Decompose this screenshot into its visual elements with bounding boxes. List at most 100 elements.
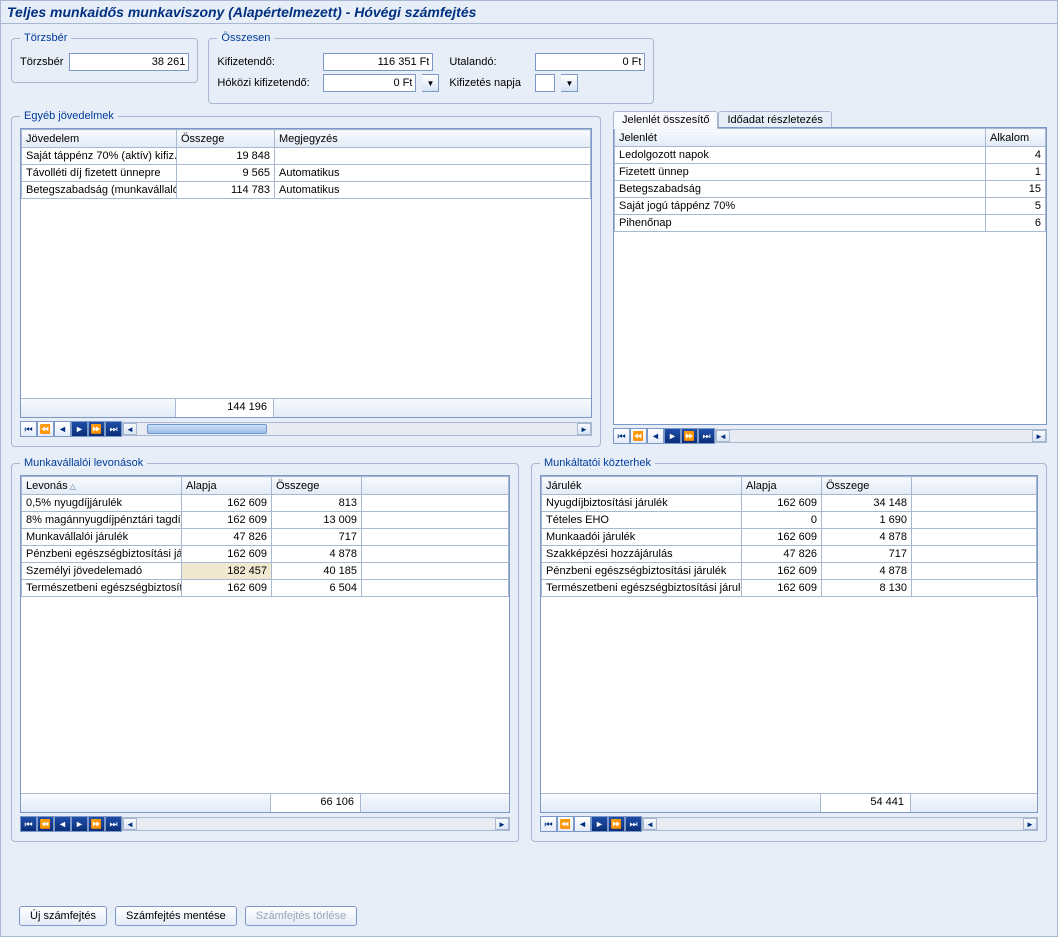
nav-next-icon[interactable]: ⏩ [88,816,105,832]
osszesen-group: Összesen Kifizetendő: Hóközi kifizetendő… [208,32,654,104]
hokozi-input[interactable] [323,74,416,92]
egyeb-col-osszege[interactable]: Összege [177,130,275,148]
torzsber-input[interactable] [69,53,189,71]
nav-fwd-icon[interactable]: ► [591,816,608,832]
kozterhek-table[interactable]: Járulék Alapja Összege Nyugdíjbiztosítás… [541,476,1037,597]
nav-back-icon[interactable]: ◄ [54,421,71,437]
torzsber-label: Törzsbér [20,56,63,68]
levon-col-blank [362,477,509,495]
torzsber-legend: Törzsbér [20,32,71,44]
nav-back-icon[interactable]: ◄ [54,816,71,832]
egyeb-scrollbar[interactable]: ◄ ► [122,422,592,436]
nav-prev-icon[interactable]: ⏪ [557,816,574,832]
table-row[interactable]: Pénzbeni egészségbiztosítási járu162 609… [22,546,509,563]
nav-first-icon[interactable]: ⏮ [20,421,37,437]
levonasok-table[interactable]: Levonás△ Alapja Összege 0,5% nyugdíjjáru… [21,476,509,597]
jelenlet-col-alkalom[interactable]: Alkalom [986,129,1046,147]
window-title: Teljes munkaidős munkaviszony (Alapértel… [1,1,1057,24]
nav-next-icon[interactable]: ⏩ [608,816,625,832]
table-row[interactable]: Természetbeni egészségbiztosítá162 6096 … [22,580,509,597]
nav-prev-icon[interactable]: ⏪ [630,428,647,444]
nav-last-icon[interactable]: ⏭ [698,428,715,444]
utalando-input[interactable] [535,53,645,71]
table-row[interactable]: Távolléti díj fizetett ünnepre9 565Autom… [22,165,591,182]
table-row[interactable]: Pihenőnap6 [615,215,1046,232]
scroll-right-icon[interactable]: ► [495,818,509,830]
egyeb-group: Egyéb jövedelmek Jövedelem Összege Megje… [11,110,601,447]
table-row[interactable]: Fizetett ünnep1 [615,164,1046,181]
scroll-left-icon[interactable]: ◄ [123,423,137,435]
kozteher-col-jarulek[interactable]: Járulék [542,477,742,495]
table-row[interactable]: 0,5% nyugdíjjárulék162 609813 [22,495,509,512]
sort-asc-icon: △ [70,482,76,491]
kifizetendo-label: Kifizetendő: [217,56,317,68]
kozteher-col-blank [912,477,1037,495]
scroll-thumb[interactable] [147,424,267,434]
nav-first-icon[interactable]: ⏮ [540,816,557,832]
nav-back-icon[interactable]: ◄ [574,816,591,832]
table-row[interactable]: 8% magánnyugdíjpénztári tagdíj162 60913 … [22,512,509,529]
levon-scrollbar[interactable]: ◄ ► [122,817,510,831]
egyeb-col-megjegyzes[interactable]: Megjegyzés [275,130,591,148]
table-row[interactable]: Saját jogú táppénz 70%5 [615,198,1046,215]
scroll-right-icon[interactable]: ► [577,423,591,435]
table-row[interactable]: Betegszabadság15 [615,181,1046,198]
kozteher-col-alapja[interactable]: Alapja [742,477,822,495]
scroll-right-icon[interactable]: ► [1032,430,1046,442]
torzsber-group: Törzsbér Törzsbér [11,32,198,83]
nav-first-icon[interactable]: ⏮ [20,816,37,832]
kifizetes-napja-input[interactable] [535,74,555,92]
kozterhek-legend: Munkáltatói közterhek [540,457,655,469]
jelenlet-table[interactable]: Jelenlét Alkalom Ledolgozott napok4Fizet… [614,128,1046,232]
kozteher-col-osszege[interactable]: Összege [822,477,912,495]
nav-prev-icon[interactable]: ⏪ [37,816,54,832]
levon-col-levonas[interactable]: Levonás△ [22,477,182,495]
szamfejtes-torlese-button: Számfejtés törlése [245,906,357,926]
scroll-left-icon[interactable]: ◄ [643,818,657,830]
kifizetes-napja-dropdown[interactable]: ▼ [561,74,578,92]
egyeb-table[interactable]: Jövedelem Összege Megjegyzés Saját táppé… [21,129,591,199]
scroll-left-icon[interactable]: ◄ [716,430,730,442]
hokozi-dropdown[interactable]: ▼ [422,74,439,92]
levon-col-osszege[interactable]: Összege [272,477,362,495]
levonasok-legend: Munkavállalói levonások [20,457,147,469]
table-row[interactable]: Személyi jövedelemadó182 45740 185 [22,563,509,580]
egyeb-col-jovedelem[interactable]: Jövedelem [22,130,177,148]
table-row[interactable]: Nyugdíjbiztosítási járulék162 60934 148 [542,495,1037,512]
nav-last-icon[interactable]: ⏭ [625,816,642,832]
nav-last-icon[interactable]: ⏭ [105,816,122,832]
nav-fwd-icon[interactable]: ► [71,816,88,832]
utalando-label: Utalandó: [449,56,529,68]
tab-idoadat-reszletezes[interactable]: Időadat részletezés [718,111,831,128]
jelenlet-scrollbar[interactable]: ◄ ► [715,429,1047,443]
scroll-left-icon[interactable]: ◄ [123,818,137,830]
levon-col-alapja[interactable]: Alapja [182,477,272,495]
uj-szamfejtes-button[interactable]: Új számfejtés [19,906,107,926]
table-row[interactable]: Saját táppénz 70% (aktív) kifiz.19 848 [22,148,591,165]
table-row[interactable]: Tételes EHO01 690 [542,512,1037,529]
kifizetes-napja-label: Kifizetés napja [449,77,529,89]
nav-prev-icon[interactable]: ⏪ [37,421,54,437]
scroll-right-icon[interactable]: ► [1023,818,1037,830]
jelenlet-col-jelenlet[interactable]: Jelenlét [615,129,986,147]
table-row[interactable]: Szakképzési hozzájárulás47 826717 [542,546,1037,563]
nav-next-icon[interactable]: ⏩ [88,421,105,437]
nav-next-icon[interactable]: ⏩ [681,428,698,444]
hokozi-label: Hóközi kifizetendő: [217,77,317,89]
kozteher-scrollbar[interactable]: ◄ ► [642,817,1038,831]
table-row[interactable]: Betegszabadság (munkavállalói)114 783Aut… [22,182,591,199]
table-row[interactable]: Munkaadói járulék162 6094 878 [542,529,1037,546]
nav-last-icon[interactable]: ⏭ [105,421,122,437]
table-row[interactable]: Természetbeni egészségbiztosítási járulé… [542,580,1037,597]
nav-first-icon[interactable]: ⏮ [613,428,630,444]
szamfejtes-mentese-button[interactable]: Számfejtés mentése [115,906,237,926]
nav-fwd-icon[interactable]: ► [71,421,88,437]
nav-fwd-icon[interactable]: ► [664,428,681,444]
table-row[interactable]: Munkavállalói járulék47 826717 [22,529,509,546]
levonasok-group: Munkavállalói levonások Levonás△ Alapja … [11,457,519,842]
kifizetendo-input[interactable] [323,53,433,71]
table-row[interactable]: Pénzbeni egészségbiztosítási járulék162 … [542,563,1037,580]
nav-back-icon[interactable]: ◄ [647,428,664,444]
tab-jelenlet-osszesito[interactable]: Jelenlét összesítő [613,111,718,129]
table-row[interactable]: Ledolgozott napok4 [615,147,1046,164]
